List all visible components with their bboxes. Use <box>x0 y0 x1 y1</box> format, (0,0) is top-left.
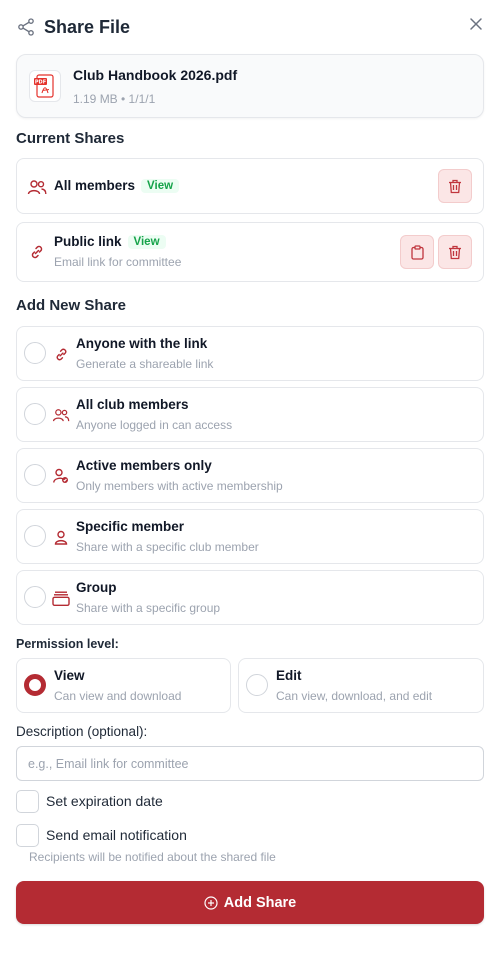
clipboard-icon <box>410 244 424 260</box>
share-option-specific-member[interactable]: Specific member Share with a specific cl… <box>16 509 484 564</box>
share-item-label: All members View <box>54 178 180 193</box>
add-share-button[interactable]: Add Share <box>16 881 484 924</box>
option-description: Only members with active membership <box>76 479 283 493</box>
link-icon <box>27 242 47 262</box>
radio-button[interactable] <box>24 525 46 547</box>
option-label: Active members only <box>76 458 212 473</box>
option-description: Generate a shareable link <box>76 357 214 371</box>
email-notification-checkbox[interactable] <box>16 823 39 847</box>
email-notification-label: Send email notification <box>46 827 187 843</box>
permission-level-label: Permission level: <box>16 637 119 651</box>
svg-text:PDF: PDF <box>35 80 46 86</box>
share-item-all-members: All members View <box>16 158 484 214</box>
delete-share-button[interactable] <box>438 169 472 203</box>
option-description: Anyone logged in can access <box>76 418 233 432</box>
share-option-group[interactable]: Group Share with a specific group <box>16 570 484 625</box>
radio-button[interactable] <box>246 674 268 696</box>
dialog-title: Share File <box>44 16 131 37</box>
users-icon <box>52 406 70 424</box>
option-label: Anyone with the link <box>76 336 208 351</box>
group-icon <box>52 589 70 607</box>
option-label: Specific member <box>76 519 185 534</box>
close-button[interactable] <box>466 14 486 34</box>
user-icon <box>52 528 70 546</box>
users-icon <box>27 177 47 197</box>
close-icon <box>470 18 482 30</box>
add-share-title: Add New Share <box>16 297 127 314</box>
option-description: Can view and download <box>54 689 182 703</box>
dialog-header: Share File <box>16 14 488 40</box>
copy-link-button[interactable] <box>400 235 434 269</box>
share-option-active-members[interactable]: Active members only Only members with ac… <box>16 448 484 503</box>
radio-button[interactable] <box>24 464 46 486</box>
pdf-file-icon: PDF <box>29 70 61 102</box>
permission-option-view[interactable]: View Can view and download <box>16 658 231 713</box>
file-meta: 1.19 MB • 1/1/1 <box>73 92 156 106</box>
radio-button-selected[interactable] <box>24 674 46 696</box>
option-label: Group <box>76 580 117 595</box>
trash-icon <box>449 245 461 259</box>
option-label: Edit <box>276 668 302 683</box>
current-shares-title: Current Shares <box>16 130 125 147</box>
file-name: Club Handbook 2026.pdf <box>73 67 238 83</box>
share-option-all-club-members[interactable]: All club members Anyone logged in can ac… <box>16 387 484 442</box>
option-description: Share with a specific group <box>76 601 221 615</box>
permission-badge: View <box>127 235 166 249</box>
user-check-icon <box>52 467 70 485</box>
share-option-anyone-with-link[interactable]: Anyone with the link Generate a shareabl… <box>16 326 484 381</box>
radio-button[interactable] <box>24 586 46 608</box>
share-item-label: Public link View <box>54 234 166 249</box>
permission-option-edit[interactable]: Edit Can view, download, and edit <box>238 658 484 713</box>
plus-circle-icon <box>204 895 218 910</box>
share-item-description: Email link for committee <box>54 255 182 269</box>
description-label: Description (optional): <box>16 724 148 739</box>
email-notification-row[interactable]: Send email notification <box>16 823 187 847</box>
option-label: View <box>54 668 85 683</box>
link-icon <box>52 345 70 363</box>
option-label: All club members <box>76 397 189 412</box>
share-item-public-link: Public link View Email link for committee <box>16 222 484 282</box>
delete-share-button[interactable] <box>438 235 472 269</box>
expiration-date-checkbox[interactable] <box>16 789 39 813</box>
expiration-date-label: Set expiration date <box>46 793 163 809</box>
radio-button[interactable] <box>24 403 46 425</box>
email-notification-hint: Recipients will be notified about the sh… <box>29 850 276 864</box>
share-icon <box>18 18 34 36</box>
permission-badge: View <box>141 179 180 193</box>
radio-button[interactable] <box>24 342 46 364</box>
expiration-date-row[interactable]: Set expiration date <box>16 789 163 813</box>
option-description: Can view, download, and edit <box>276 689 433 703</box>
option-description: Share with a specific club member <box>76 540 259 554</box>
file-card: PDF Club Handbook 2026.pdf 1.19 MB • 1/1… <box>16 54 484 118</box>
description-input[interactable] <box>16 746 484 781</box>
add-share-label: Add Share <box>223 894 297 911</box>
trash-icon <box>449 179 461 193</box>
